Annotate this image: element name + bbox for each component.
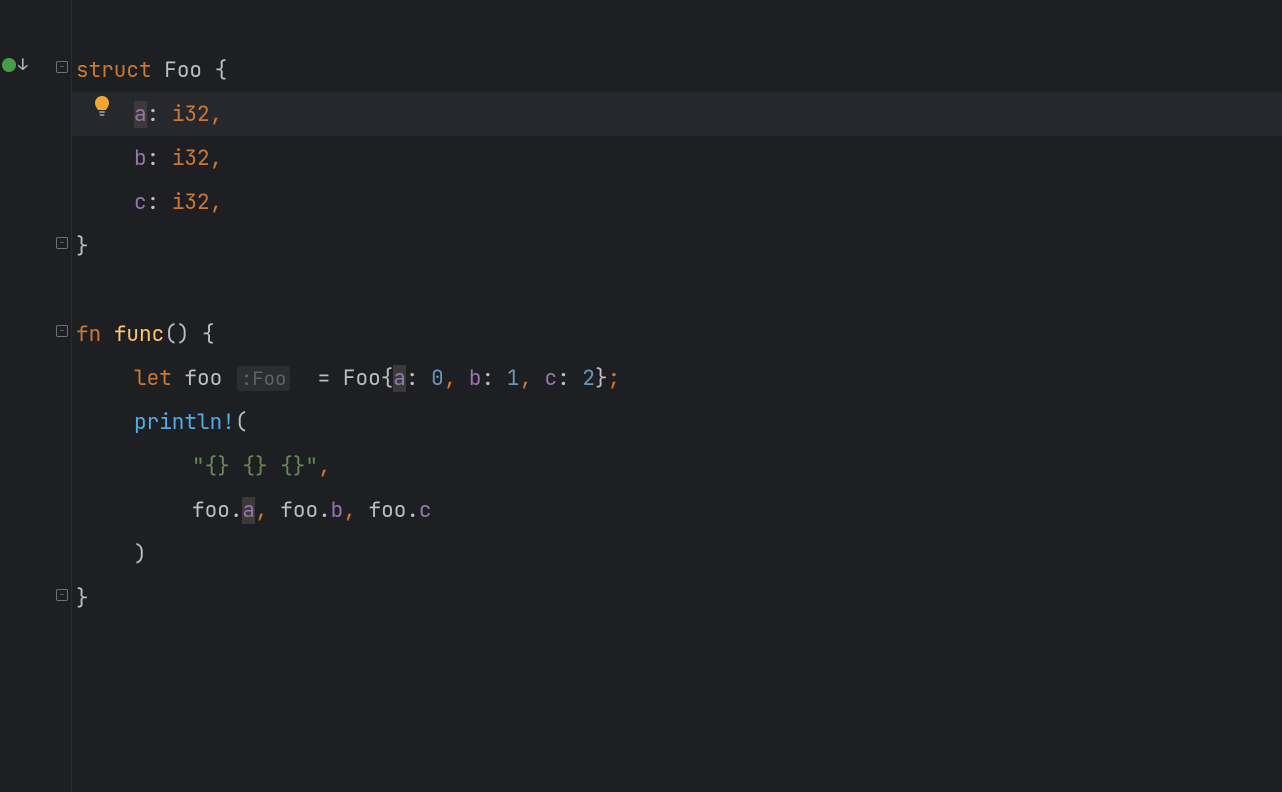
keyword-struct: struct — [76, 57, 152, 84]
comma: , — [318, 453, 331, 480]
field-ref: b — [469, 365, 482, 392]
code-line[interactable]: ) — [72, 532, 1282, 576]
code-line[interactable]: } — [72, 224, 1282, 268]
field-ref: b — [331, 497, 344, 524]
field-name: a — [134, 101, 147, 128]
code-line-current[interactable]: a: i32, — [72, 92, 1282, 136]
variable-name: foo — [184, 365, 222, 392]
code-line[interactable]: let foo :Foo = Foo{a: 0, b: 1, c: 2}; — [72, 356, 1282, 400]
comma: , — [210, 101, 223, 128]
parens: () — [164, 321, 189, 348]
field-ref: c — [545, 365, 558, 392]
keyword-let: let — [134, 365, 172, 392]
code-editor: ↓ struct Foo { a: i32, b: i32, c: — [0, 0, 1282, 792]
brace: } — [76, 585, 89, 612]
field-ref: a — [393, 365, 406, 392]
code-line[interactable]: fn func() { — [72, 312, 1282, 356]
keyword-fn: fn — [76, 321, 101, 348]
type-name: Foo — [164, 57, 202, 84]
field-name: b — [134, 145, 147, 172]
variable-ref: foo — [369, 497, 407, 524]
function-name: func — [114, 321, 164, 348]
inlay-type-hint[interactable]: :Foo — [237, 366, 291, 391]
number-literal: 1 — [507, 365, 520, 392]
macro-call: println! — [134, 409, 235, 436]
type-name: Foo — [343, 365, 381, 392]
code-content[interactable]: struct Foo { a: i32, b: i32, c: i32, } f… — [72, 0, 1282, 792]
code-line[interactable]: struct Foo { — [72, 48, 1282, 92]
brace: { — [202, 321, 215, 348]
code-line-empty[interactable] — [72, 268, 1282, 312]
comma: , — [210, 189, 223, 216]
type-i32: i32 — [172, 145, 210, 172]
number-literal: 2 — [582, 365, 595, 392]
field-ref: c — [419, 497, 432, 524]
comma: , — [210, 145, 223, 172]
field-ref: a — [242, 497, 255, 524]
brace: } — [76, 233, 89, 260]
code-line[interactable]: "{} {} {}", — [72, 444, 1282, 488]
brace: { — [215, 57, 228, 84]
type-i32: i32 — [172, 101, 210, 128]
code-line[interactable]: b: i32, — [72, 136, 1282, 180]
code-line[interactable]: foo.a, foo.b, foo.c — [72, 488, 1282, 532]
fold-fn-icon[interactable] — [55, 324, 69, 338]
code-line[interactable]: println!( — [72, 400, 1282, 444]
variable-ref: foo — [280, 497, 318, 524]
run-gutter-icon[interactable] — [2, 58, 16, 72]
type-i32: i32 — [172, 189, 210, 216]
variable-ref: foo — [192, 497, 230, 524]
fold-close-struct-icon[interactable] — [55, 236, 69, 250]
paren: ) — [134, 541, 147, 568]
arrow-down-icon[interactable]: ↓ — [18, 54, 28, 75]
fold-close-fn-icon[interactable] — [55, 588, 69, 602]
paren: ( — [235, 409, 248, 436]
fold-struct-icon[interactable] — [55, 60, 69, 74]
string-literal: "{} {} {}" — [192, 453, 318, 480]
code-line[interactable]: } — [72, 576, 1282, 620]
intention-bulb-icon[interactable] — [92, 95, 112, 119]
number-literal: 0 — [431, 365, 444, 392]
field-name: c — [134, 189, 147, 216]
code-line[interactable]: c: i32, — [72, 180, 1282, 224]
editor-gutter: ↓ — [0, 0, 72, 792]
